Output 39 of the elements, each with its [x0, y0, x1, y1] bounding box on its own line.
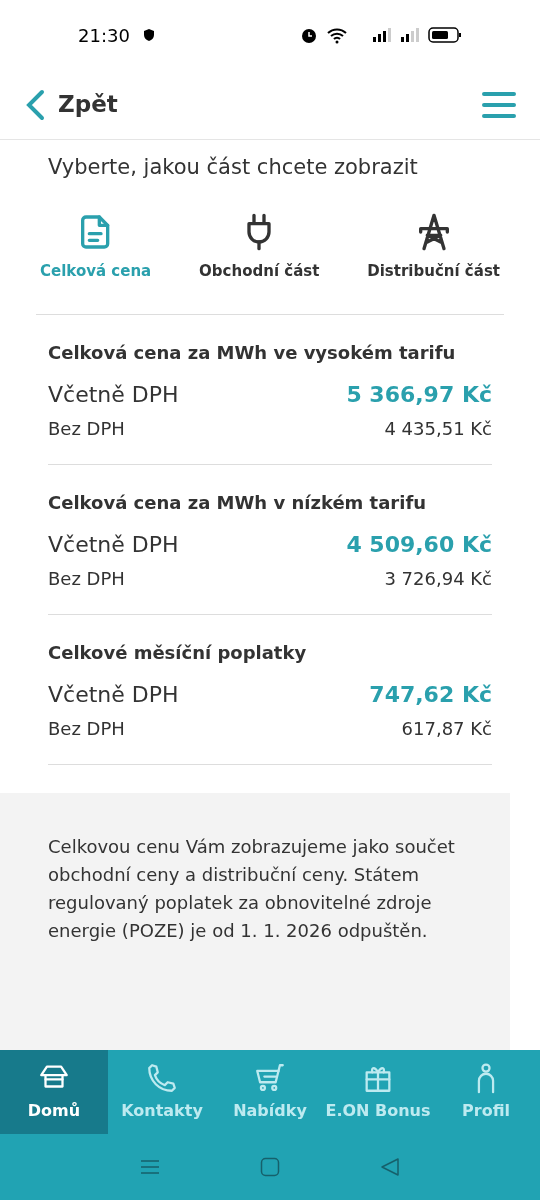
home-icon[interactable] [260, 1157, 280, 1177]
tab[interactable]: Obchodní část [195, 211, 324, 282]
battery-icon [428, 26, 462, 44]
alarm-icon [300, 26, 318, 44]
price-value: 4 435,51 Kč [384, 417, 492, 441]
tab[interactable]: Celková cena [36, 211, 156, 282]
price-label: Bez DPH [48, 567, 125, 591]
phone-icon [145, 1061, 179, 1095]
menu-icon[interactable] [482, 90, 516, 119]
tab[interactable]: Distribuční část [363, 211, 504, 282]
section-title: Celkové měsíční poplatky [48, 641, 308, 665]
nav-tab[interactable]: Profil [432, 1050, 540, 1134]
back-button[interactable]: Zpět [24, 87, 118, 122]
status-time: 21:30 [78, 23, 130, 48]
wifi-icon [326, 26, 348, 44]
price-label: Včetně DPH [48, 681, 179, 709]
price-value: 5 366,97 Kč [346, 381, 492, 409]
recent-apps-icon[interactable] [140, 1159, 160, 1175]
chevron-left-icon [24, 88, 46, 121]
section-prompt: Vyberte, jakou část chcete zobrazit [48, 154, 419, 181]
price-label: Včetně DPH [48, 531, 179, 559]
price-label: Bez DPH [48, 417, 125, 441]
back-icon[interactable] [380, 1157, 400, 1177]
nav-tab[interactable]: Domů [0, 1050, 108, 1134]
price-value: 747,62 Kč [369, 681, 492, 709]
price-value: 3 726,94 Kč [384, 567, 492, 591]
price-value: 4 509,60 Kč [346, 531, 492, 559]
signal-icon [400, 27, 420, 43]
price-value: 617,87 Kč [401, 717, 492, 741]
nav-tab[interactable]: Nabídky [216, 1050, 324, 1134]
section-title: Celková cena za MWh ve vysokém tarifu [48, 341, 457, 365]
section-title: Celková cena za MWh v nízkém tarifu [48, 491, 428, 515]
nav-tab[interactable]: E.ON Bonus [324, 1050, 432, 1134]
price-label: Bez DPH [48, 717, 125, 741]
signal-icon [372, 27, 392, 43]
shield-icon [141, 28, 156, 42]
price-label: Včetně DPH [48, 381, 179, 409]
nav-tab[interactable]: Kontakty [108, 1050, 216, 1134]
info-text: Celkovou cenu Vám zobrazujeme jako součet obchodní ceny a distribuční ceny. Státem regulovaný poplatek za obnovitelné zdroje energie (POZE) je od 1. 1. 2026 odpuštěn. [48, 835, 456, 943]
